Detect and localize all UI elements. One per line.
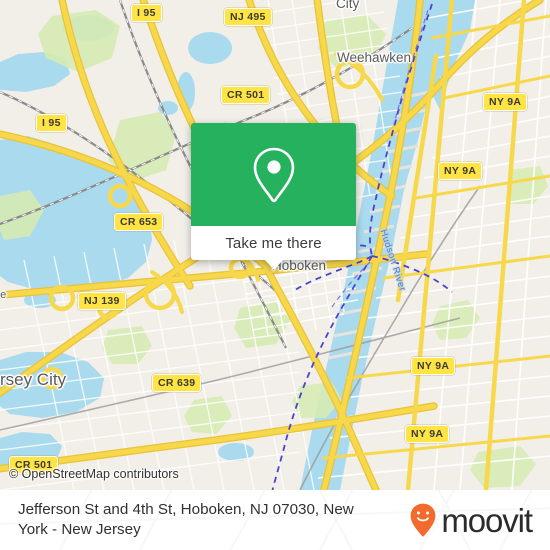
take-me-there-label: Take me there [225,234,322,252]
moovit-wordmark: moovit [441,501,533,539]
place-label: City [336,0,360,11]
road-shield: NY 9A [483,93,528,111]
road-shield: NY 9A [411,357,456,375]
map-page: I 95 NJ 495 CR 501 NY 9A I 95 NY 9A CR 6… [0,0,550,550]
map-canvas[interactable]: I 95 NJ 495 CR 501 NY 9A I 95 NY 9A CR 6… [0,0,550,490]
road-shield: I 95 [36,114,67,132]
road-shield: CR 639 [152,374,202,392]
road-shield: CR 653 [114,213,164,231]
take-me-there-button[interactable]: Take me there [191,226,356,260]
map-pin-icon [251,146,297,204]
road-shield: NJ 495 [224,8,272,26]
road-shield: CR 501 [221,86,271,104]
road-shield: NY 9A [438,162,483,180]
popup-header [191,123,356,226]
place-label: ne [0,289,7,301]
location-popup-card[interactable]: Take me there [191,123,356,270]
place-label: Jersey City [0,370,67,389]
road-shield: I 95 [131,4,162,22]
road-shield: NY 9A [405,425,450,443]
osm-attribution[interactable]: © OpenStreetMap contributors [9,467,179,481]
address-text: Jefferson St and 4th St, Hoboken, NJ 070… [18,501,354,538]
moovit-smiley-pin-icon [410,503,436,537]
popup-pointer-tail [264,260,283,270]
moovit-logo[interactable]: moovit [410,503,536,537]
place-label: Weehawken [337,50,412,65]
footer-bar: Jefferson St and 4th St, Hoboken, NJ 070… [0,490,550,550]
road-shield: NJ 139 [78,292,126,310]
